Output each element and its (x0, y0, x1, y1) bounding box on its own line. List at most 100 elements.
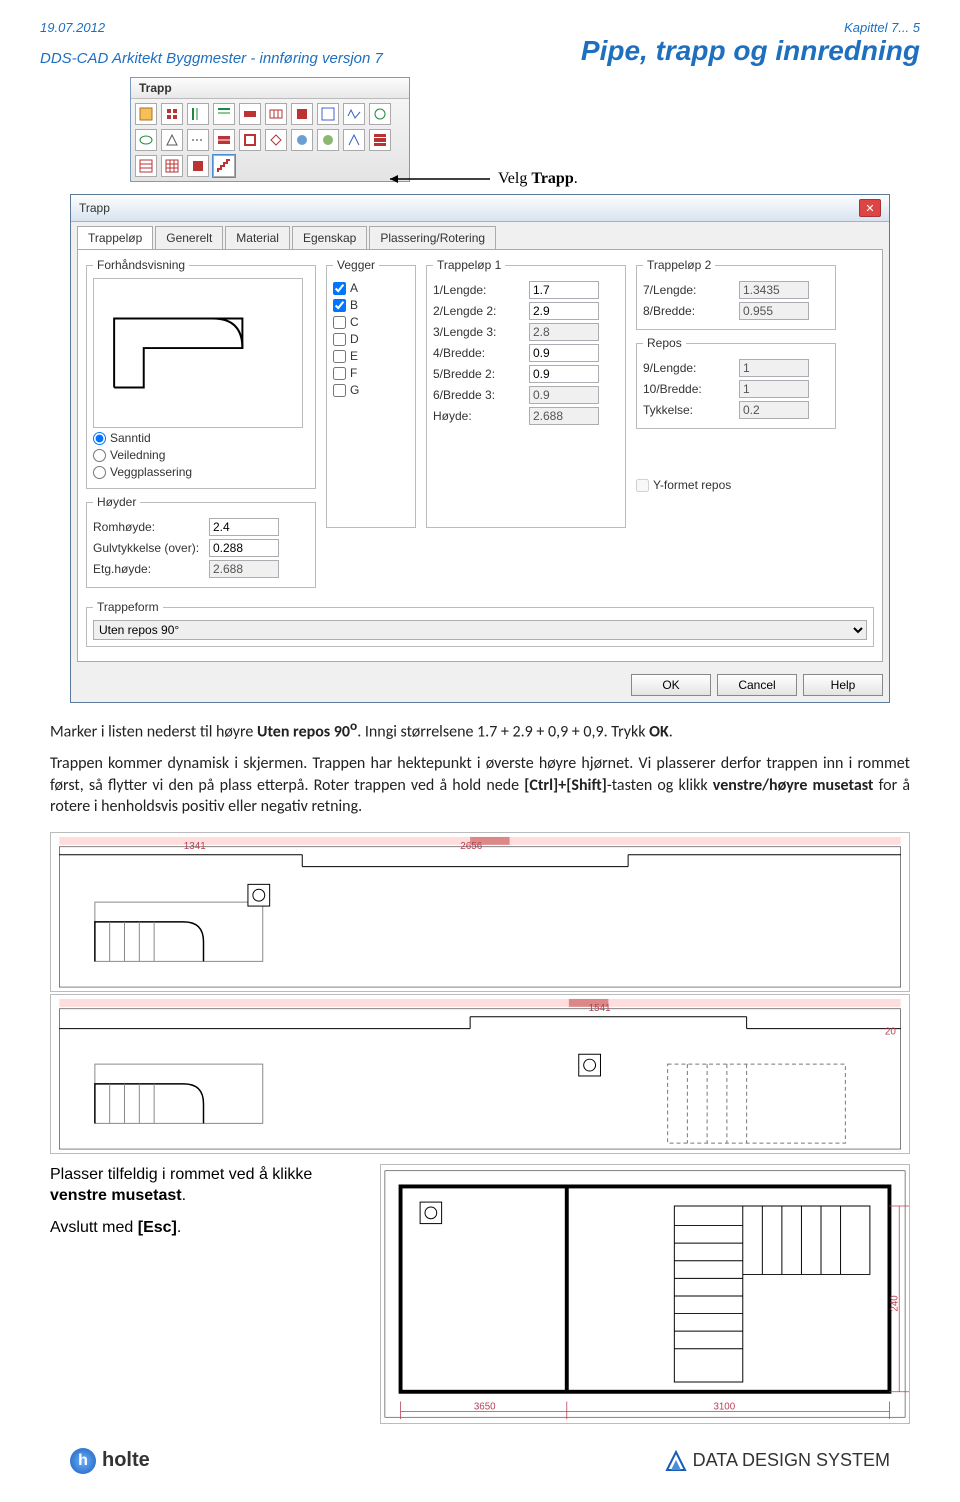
page-title: Pipe, trapp og innredning (581, 35, 920, 67)
repos-3-field (739, 401, 809, 419)
vegg-f-checkbox[interactable] (333, 367, 346, 380)
vegg-b-checkbox[interactable] (333, 299, 346, 312)
tab-material[interactable]: Material (225, 226, 290, 249)
lop1-legend: Trappeløp 1 (433, 258, 505, 272)
dim-2656: 2656 (460, 841, 482, 852)
lop1-7-field (529, 407, 599, 425)
lop2-2-label: 8/Bredde: (643, 304, 733, 318)
vegg-a-checkbox[interactable] (333, 282, 346, 295)
palette-tool-icon[interactable] (291, 103, 313, 125)
palette-tool-icon[interactable] (265, 103, 287, 125)
tab-plassering[interactable]: Plassering/Rotering (369, 226, 496, 249)
lop1-4-field[interactable] (529, 344, 599, 362)
palette-tool-icon[interactable] (187, 103, 209, 125)
dialog-tabs: Trappeløp Generelt Material Egenskap Pla… (71, 222, 889, 249)
cancel-button[interactable]: Cancel (717, 674, 797, 696)
vegger-legend: Vegger (333, 258, 379, 272)
dim-3100: 3100 (713, 1401, 735, 1412)
header-product: DDS-CAD Arkitekt Byggmester - innføring … (40, 50, 383, 67)
lop1-1-field[interactable] (529, 281, 599, 299)
mode-veiledning-label: Veiledning (110, 448, 165, 462)
yformet-checkbox (636, 479, 649, 492)
close-icon[interactable]: ✕ (859, 199, 881, 217)
palette-tool-icon[interactable] (291, 129, 313, 151)
tab-egenskap[interactable]: Egenskap (292, 226, 367, 249)
floorplan-view-3: 3650 3100 240 (380, 1164, 910, 1424)
preview-legend: Forhåndsvisning (93, 258, 189, 272)
repos-2-label: 10/Bredde: (643, 382, 733, 396)
dim-3650: 3650 (474, 1401, 496, 1412)
palette-tool-icon[interactable] (239, 103, 261, 125)
gulvtykk-label: Gulvtykkelse (over): (93, 541, 203, 555)
mode-veggplassering-radio[interactable] (93, 466, 106, 479)
lop1-3-field (529, 323, 599, 341)
palette-tool-icon[interactable] (213, 103, 235, 125)
vegg-e-label: E (350, 349, 358, 363)
palette-tool-icon[interactable] (135, 129, 157, 151)
dim-1541: 1541 (589, 1003, 611, 1014)
help-button[interactable]: Help (803, 674, 883, 696)
palette-tool-icon[interactable] (265, 129, 287, 151)
palette-tool-icon[interactable] (161, 155, 183, 177)
palette-tool-icon[interactable] (369, 129, 391, 151)
palette-tool-icon[interactable] (161, 129, 183, 151)
vegg-c-checkbox[interactable] (333, 316, 346, 329)
palette-toolbar (131, 99, 409, 181)
footer-holte-logo: h holte (70, 1448, 150, 1474)
romhoyde-field[interactable] (209, 518, 279, 536)
dim-1341: 1341 (184, 841, 206, 852)
palette-tool-icon[interactable] (343, 103, 365, 125)
vegg-e-checkbox[interactable] (333, 350, 346, 363)
lop1-5-field[interactable] (529, 365, 599, 383)
lop1-3-label: 3/Lengde 3: (433, 325, 523, 339)
palette-tool-icon[interactable] (213, 129, 235, 151)
stair-preview (93, 278, 303, 428)
palette-title: Trapp (131, 78, 409, 99)
palette-tool-icon[interactable] (343, 129, 365, 151)
repos-2-field (739, 380, 809, 398)
palette-tool-icon[interactable] (135, 155, 157, 177)
floorplan-view-1: 1341 2656 (50, 832, 910, 992)
etghoyde-label: Etg.høyde: (93, 562, 203, 576)
lop1-2-field[interactable] (529, 302, 599, 320)
ok-button[interactable]: OK (631, 674, 711, 696)
mode-veiledning-radio[interactable] (93, 449, 106, 462)
lop1-7-label: Høyde: (433, 409, 523, 423)
vegg-d-checkbox[interactable] (333, 333, 346, 346)
floorplan-view-2: 1541 20 (50, 994, 910, 1154)
palette-tool-icon[interactable] (369, 103, 391, 125)
vegg-g-label: G (350, 383, 359, 397)
body-p2: Trappen kommer dynamisk i skjermen. Trap… (50, 753, 910, 818)
palette-tool-icon[interactable] (135, 103, 157, 125)
gulvtykk-field[interactable] (209, 539, 279, 557)
footer-dds-logo: DATA DESIGN SYSTEM (665, 1450, 890, 1472)
tab-generelt[interactable]: Generelt (155, 226, 223, 249)
lop1-6-label: 6/Bredde 3: (433, 388, 523, 402)
palette-tool-icon[interactable] (317, 103, 339, 125)
vegg-a-label: A (350, 281, 358, 295)
trapp-dialog: Trapp ✕ Trappeløp Generelt Material Egen… (70, 194, 890, 703)
header-chapter: Kapittel 7... 5 (844, 20, 920, 35)
tab-trappelop[interactable]: Trappeløp (77, 226, 153, 249)
vegg-b-label: B (350, 298, 358, 312)
etghoyde-field (209, 560, 279, 578)
repos-legend: Repos (643, 336, 686, 350)
palette-tool-icon[interactable] (317, 129, 339, 151)
palette-tool-icon[interactable] (239, 129, 261, 151)
bottom-p1: Plasser tilfeldig i rommet ved å klikke … (50, 1164, 360, 1207)
dim-20: 20 (885, 1026, 896, 1037)
svg-text:Velg Trapp.: Velg Trapp. (498, 170, 578, 187)
palette-tool-trapp-icon[interactable] (213, 155, 235, 177)
repos-1-field (739, 359, 809, 377)
holte-text: holte (102, 1449, 150, 1472)
palette-tool-icon[interactable] (187, 155, 209, 177)
vegg-d-label: D (350, 332, 359, 346)
palette-tool-icon[interactable] (161, 103, 183, 125)
mode-sanntid-radio[interactable] (93, 432, 106, 445)
palette-tool-icon[interactable] (187, 129, 209, 151)
trappeform-legend: Trappeform (93, 600, 163, 614)
trappeform-select[interactable]: Uten repos 90° (93, 620, 867, 640)
heights-legend: Høyder (93, 495, 140, 509)
lop1-1-label: 1/Lengde: (433, 283, 523, 297)
vegg-g-checkbox[interactable] (333, 384, 346, 397)
